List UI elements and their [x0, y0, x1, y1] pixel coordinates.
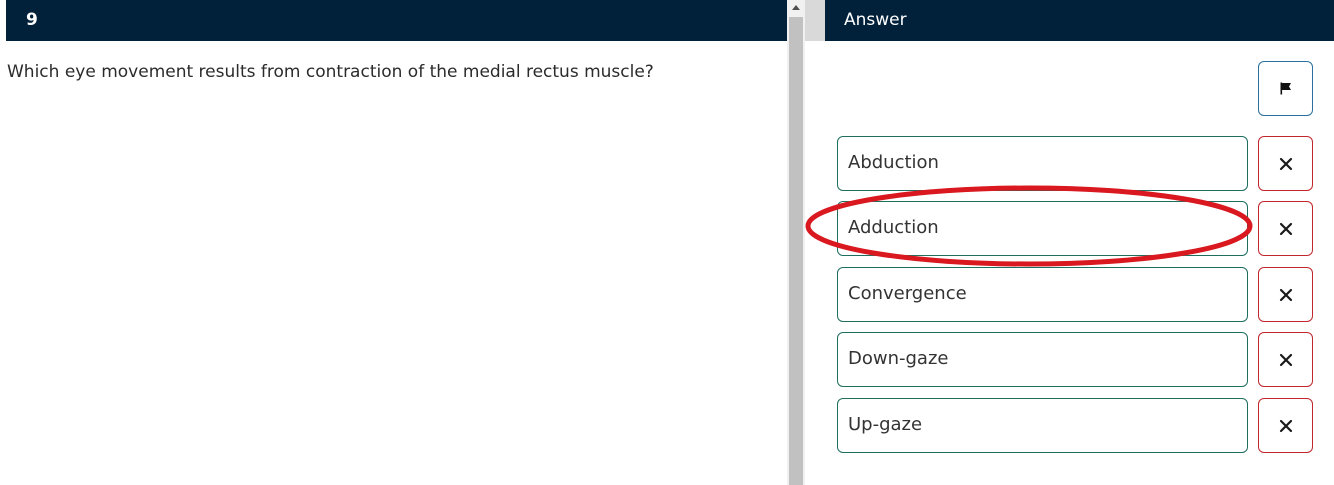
close-icon — [1279, 157, 1292, 170]
question-text: Which eye movement results from contract… — [7, 62, 654, 82]
question-pane: 9 Which eye movement results from contra… — [0, 0, 787, 485]
close-icon — [1279, 288, 1292, 301]
flag-icon — [1280, 82, 1291, 95]
scrollbar[interactable] — [787, 0, 805, 485]
answer-option-down-gaze[interactable]: Down-gaze — [837, 332, 1248, 387]
exam-page: 9 Which eye movement results from contra… — [0, 0, 1334, 485]
close-icon — [1279, 222, 1292, 235]
strike-out-button-convergence[interactable] — [1258, 267, 1313, 322]
scroll-thumb[interactable] — [789, 17, 803, 485]
answer-header-divider — [805, 0, 825, 41]
strike-out-button-abduction[interactable] — [1258, 136, 1313, 191]
strike-out-button-adduction[interactable] — [1258, 201, 1313, 256]
scroll-up-arrow-icon[interactable] — [787, 0, 805, 17]
close-icon — [1279, 419, 1292, 432]
strike-out-button-down-gaze[interactable] — [1258, 332, 1313, 387]
answer-option-convergence[interactable]: Convergence — [837, 267, 1248, 322]
flag-button[interactable] — [1258, 61, 1313, 116]
question-number: 9 — [6, 0, 787, 41]
answer-option-up-gaze[interactable]: Up-gaze — [837, 398, 1248, 453]
strike-out-button-up-gaze[interactable] — [1258, 398, 1313, 453]
answer-option-adduction[interactable]: Adduction — [837, 201, 1248, 256]
close-icon — [1279, 353, 1292, 366]
answer-header-title: Answer — [825, 0, 1334, 41]
answer-option-abduction[interactable]: Abduction — [837, 136, 1248, 191]
